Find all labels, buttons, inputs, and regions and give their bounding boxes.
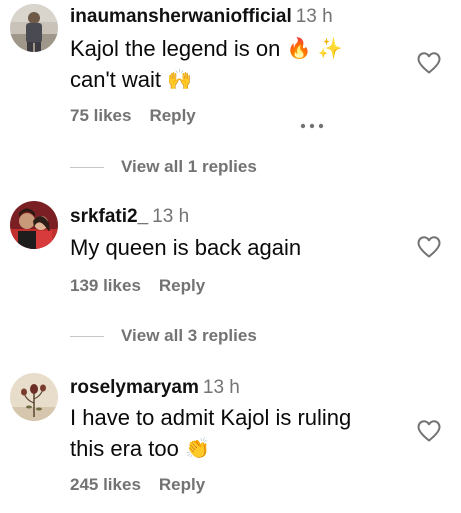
username[interactable]: roselymaryam — [70, 377, 199, 398]
username-line: srkfati2_ 13 h — [70, 205, 189, 229]
comment-actions: 75 likes Reply — [70, 105, 324, 129]
clapping-hands-emoji: 👏 — [184, 436, 210, 460]
timestamp: 13 h — [152, 206, 190, 227]
comment-text-line: Kajol the legend is on — [70, 36, 281, 61]
reply-button[interactable]: Reply — [159, 475, 205, 494]
raised-hands-emoji: 🙌 — [167, 67, 193, 91]
fire-emoji: 🔥 — [286, 36, 312, 60]
username[interactable]: inaumansherwaniofficial — [70, 6, 292, 27]
avatar[interactable] — [10, 4, 58, 52]
heart-icon[interactable] — [416, 51, 442, 75]
likes-count[interactable]: 75 likes — [70, 106, 131, 125]
comment-actions: 139 likes Reply — [70, 275, 205, 297]
username-line: roselymaryam 13 h — [70, 376, 240, 400]
view-replies-button[interactable]: View all 1 replies — [70, 156, 370, 178]
likes-count[interactable]: 245 likes — [70, 475, 141, 494]
timestamp: 13 h — [202, 377, 240, 398]
avatar[interactable] — [10, 201, 58, 249]
replies-divider — [70, 336, 104, 337]
timestamp: 13 h — [295, 6, 333, 27]
replies-divider — [70, 167, 104, 168]
comment-actions: 245 likes Reply — [70, 474, 205, 496]
view-replies-label: View all 1 replies — [121, 157, 257, 176]
view-replies-label: View all 3 replies — [121, 326, 257, 345]
sparkles-emoji: ✨ — [317, 36, 343, 60]
comment-item: roselymaryam 13 h I have to admit Kajol i… — [0, 360, 461, 513]
comment-item: inaumansherwaniofficial 13 h Kajol the le… — [0, 0, 461, 190]
username-line: inaumansherwaniofficial 13 h — [70, 5, 333, 29]
comment-text-line: can't wait — [70, 67, 162, 92]
comment-text-line: I have to admit Kajol is ruling — [70, 405, 352, 430]
avatar[interactable] — [10, 373, 58, 421]
heart-icon[interactable] — [416, 235, 442, 259]
comment-text: My queen is back again — [70, 232, 400, 263]
comment-text-line: this era too — [70, 436, 179, 461]
comment-text: Kajol the legend is on 🔥 ✨ can't wait 🙌 — [70, 33, 400, 95]
heart-icon[interactable] — [416, 419, 442, 443]
comment-text-line: My queen is back again — [70, 235, 302, 260]
likes-count[interactable]: 139 likes — [70, 276, 141, 295]
more-dots-icon[interactable] — [300, 113, 324, 129]
comment-text: I have to admit Kajol is ruling this era… — [70, 402, 400, 464]
reply-button[interactable]: Reply — [159, 276, 205, 295]
comment-item: srkfati2_ 13 h My queen is back again 139… — [0, 190, 461, 360]
username[interactable]: srkfati2_ — [70, 206, 148, 227]
view-replies-button[interactable]: View all 3 replies — [70, 325, 370, 347]
reply-button[interactable]: Reply — [149, 106, 195, 125]
